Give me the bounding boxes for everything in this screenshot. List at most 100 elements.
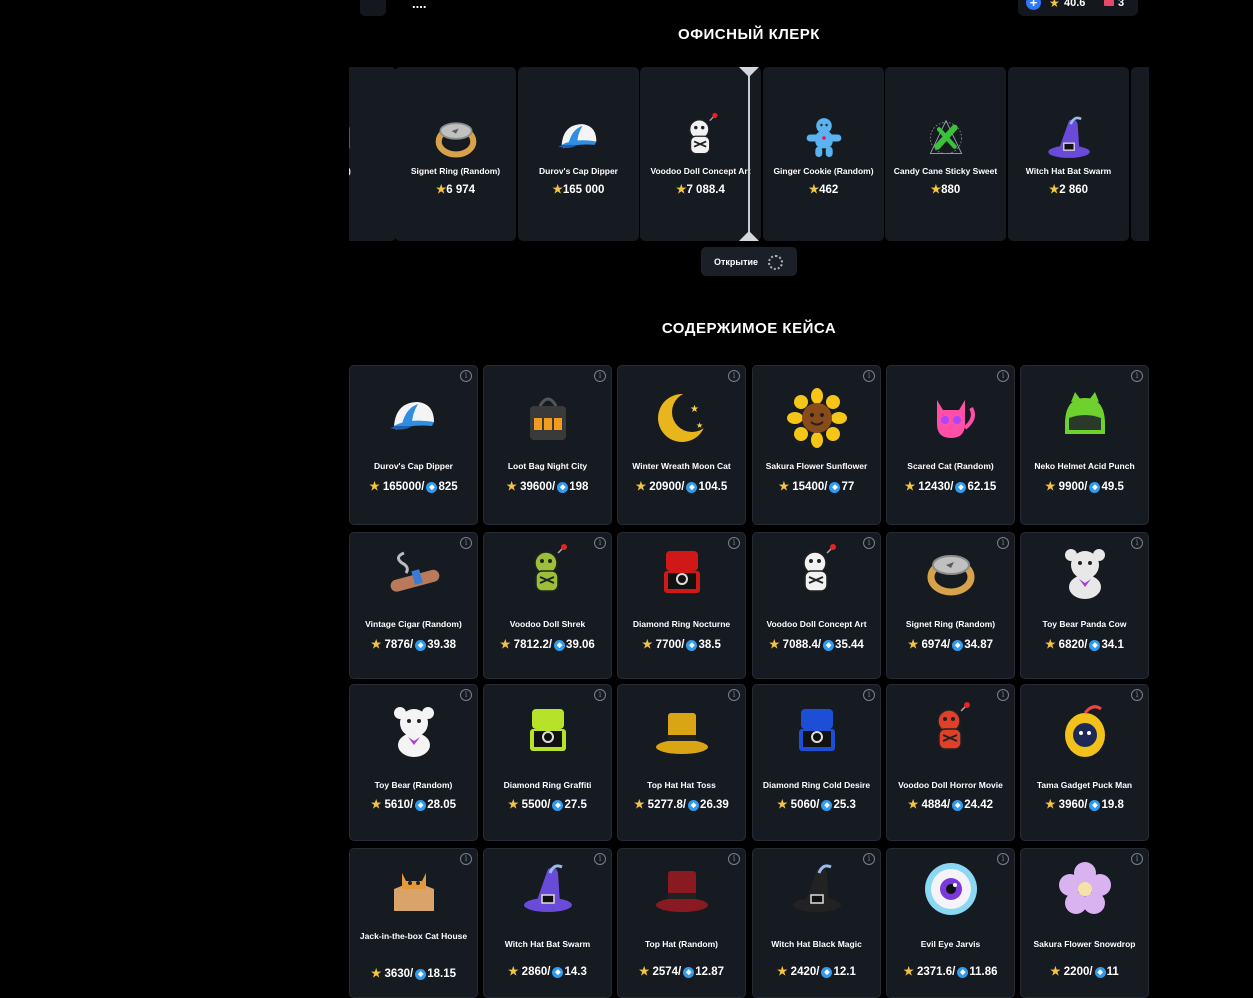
info-icon[interactable]: i	[728, 853, 740, 865]
price-stars: 3630/	[384, 968, 414, 980]
case-item-price: ★ 9900/◆ 49.5	[1023, 480, 1146, 494]
info-icon[interactable]: i	[1131, 689, 1143, 701]
info-icon[interactable]: i	[460, 537, 472, 549]
case-item-card[interactable]: i Durov's Cap Dipper ★ 165000/◆ 825	[349, 365, 478, 525]
star-icon: ★	[552, 184, 563, 196]
info-icon[interactable]: i	[1131, 537, 1143, 549]
star-icon: ★	[777, 799, 788, 811]
price-ton: 11	[1106, 966, 1119, 978]
star-icon: ★	[500, 639, 511, 651]
case-item-card[interactable]: i Sakura Flower Snowdrop ★ 2200/◆ 11	[1020, 848, 1149, 998]
info-icon[interactable]: i	[863, 689, 875, 701]
info-icon[interactable]: i	[1131, 370, 1143, 382]
case-item-card[interactable]: i Toy Bear (Random) ★ 5610/◆ 28.05	[349, 684, 478, 841]
info-icon[interactable]: i	[594, 853, 606, 865]
case-item-card[interactable]: i Witch Hat Black Magic ★ 2420/◆ 12.1	[752, 848, 881, 998]
info-icon[interactable]: i	[863, 853, 875, 865]
info-icon[interactable]: i	[460, 689, 472, 701]
ton-icon: ◆	[829, 482, 841, 493]
case-item-card[interactable]: i Signet Ring (Random) ★ 6974/◆ 34.87	[886, 532, 1015, 679]
case-item-card[interactable]: i Scared Cat (Random) ★ 12430/◆ 62.15	[886, 365, 1015, 525]
info-icon[interactable]: i	[997, 689, 1009, 701]
balance-widget[interactable]: + ★ 40.6 3	[1018, 0, 1138, 16]
info-icon[interactable]: i	[863, 537, 875, 549]
info-icon[interactable]: i	[997, 370, 1009, 382]
case-item-card[interactable]: i Voodoo Doll Horror Movie ★ 4884/◆ 24.42	[886, 684, 1015, 841]
case-item-card[interactable]: i Diamond Ring Cold Desire ★ 5060/◆ 25.3	[752, 684, 881, 841]
evil-eye-icon	[921, 859, 981, 919]
case-item-card[interactable]: i Sakura Flower Sunflower ★ 15400/◆ 77	[752, 365, 881, 525]
case-item-card[interactable]: i Diamond Ring Nocturne ★ 7700/◆ 38.5	[617, 532, 746, 679]
case-item-card[interactable]: i Top Hat (Random) ★ 2574/◆ 12.87	[617, 848, 746, 998]
ton-icon: ◆	[1094, 967, 1106, 978]
case-item-price: ★ 2200/◆ 11	[1023, 965, 1146, 979]
price-ton: 198	[569, 481, 589, 493]
star-icon: ★	[370, 639, 382, 651]
top-hat-icon	[652, 701, 712, 761]
star-icon: ★	[930, 184, 942, 196]
app-logo[interactable]	[360, 0, 386, 16]
case-item-card[interactable]: i ★ ★ Winter Wreath Moon Cat ★ 20900/◆ 104.5	[617, 365, 746, 525]
info-icon[interactable]: i	[863, 370, 875, 382]
case-item-card[interactable]: i Voodoo Doll Concept Art ★ 7088.4/◆ 35.44	[752, 532, 881, 679]
case-item-price: ★ 7088.4/◆ 35.44	[755, 638, 878, 652]
case-item-card[interactable]: i Vintage Cigar (Random) ★ 7876/◆ 39.38	[349, 532, 478, 679]
price-ton: 39.06	[566, 639, 595, 651]
info-icon[interactable]: i	[997, 853, 1009, 865]
price-stars: 9900/	[1058, 481, 1088, 493]
price-ton: 825	[438, 481, 458, 493]
price-ton: 18.15	[427, 968, 457, 980]
case-item-card[interactable]: i Evil Eye Jarvis ★ 2371.6/◆ 11.86	[886, 848, 1015, 998]
info-icon[interactable]: i	[728, 537, 740, 549]
star-icon: ★	[508, 799, 519, 811]
roulette-card-price-value: 462	[819, 184, 839, 196]
price-ton: 24.42	[964, 799, 994, 811]
loot-bag-icon	[518, 388, 578, 448]
info-icon[interactable]: i	[1131, 853, 1143, 865]
case-item-card[interactable]: i Loot Bag Night City ★ 39600/◆ 198	[483, 365, 612, 525]
case-item-card[interactable]: i Diamond Ring Graffiti ★ 5500/◆ 27.5	[483, 684, 612, 841]
price-ton: 49.5	[1101, 481, 1124, 493]
info-icon[interactable]: i	[594, 689, 606, 701]
add-balance-icon[interactable]: +	[1026, 0, 1041, 10]
ton-icon: ◆	[1089, 800, 1101, 811]
ton-icon: ◆	[955, 482, 967, 493]
roulette-card: Witch Hat Bat Swarm ★2 860	[1008, 67, 1129, 241]
ton-icon: ◆	[1089, 640, 1101, 651]
case-item-card[interactable]: i Neko Helmet Acid Punch ★ 9900/◆ 49.5	[1020, 365, 1149, 525]
voodoo-doll-icon	[921, 701, 981, 761]
case-item-card[interactable]: i Top Hat Hat Toss ★ 5277.8/◆ 26.39	[617, 684, 746, 841]
info-icon[interactable]: i	[460, 370, 472, 382]
case-item-card[interactable]: i Tama Gadget Puck Man ★ 3960/◆ 19.8	[1020, 684, 1149, 841]
case-item-card[interactable]: i Voodoo Doll Shrek ★ 7812.2/◆ 39.06	[483, 532, 612, 679]
info-icon[interactable]: i	[728, 370, 740, 382]
pointer-top-icon	[739, 67, 759, 77]
info-icon[interactable]: i	[594, 370, 606, 382]
case-item-name: Jack-in-the-box Cat House	[359, 931, 468, 941]
info-icon[interactable]: i	[997, 537, 1009, 549]
price-stars: 12430/	[918, 481, 954, 493]
balance-stars: 40.6	[1064, 0, 1086, 9]
roulette-card-name: Candy Cane Sticky Sweet	[893, 166, 998, 176]
open-button[interactable]: Открытие	[701, 247, 797, 276]
case-item-price: ★ 12430/◆ 62.15	[889, 480, 1012, 494]
roulette-card-price: ★165 000	[518, 182, 639, 196]
roulette-card-price-value: 880	[941, 184, 961, 196]
price-stars: 5500/	[521, 799, 551, 811]
case-item-name: Toy Bear Panda Cow	[1042, 619, 1127, 629]
info-icon[interactable]: i	[460, 853, 472, 865]
case-item-name: Signet Ring (Random)	[905, 619, 996, 629]
star-icon: ★	[676, 184, 687, 196]
info-icon[interactable]: i	[728, 689, 740, 701]
case-item-name: Scared Cat (Random)	[907, 461, 994, 471]
case-item-price: ★ 2420/◆ 12.1	[755, 965, 878, 979]
roulette-card: Durov's Cap Dipper ★165 000	[518, 67, 639, 241]
ton-icon: ◆	[415, 800, 427, 811]
star-icon: ★	[638, 966, 650, 978]
case-item-card[interactable]: i Toy Bear Panda Cow ★ 6820/◆ 34.1	[1020, 532, 1149, 679]
roulette-card-price: ★462	[763, 182, 884, 196]
info-icon[interactable]: i	[594, 537, 606, 549]
case-item-card[interactable]: i Witch Hat Bat Swarm ★ 2860/◆ 14.3	[483, 848, 612, 998]
price-ton: 14.3	[564, 966, 587, 978]
case-item-card[interactable]: i Jack-in-the-box Cat House ★ 3630/◆ 18.15	[349, 848, 478, 998]
